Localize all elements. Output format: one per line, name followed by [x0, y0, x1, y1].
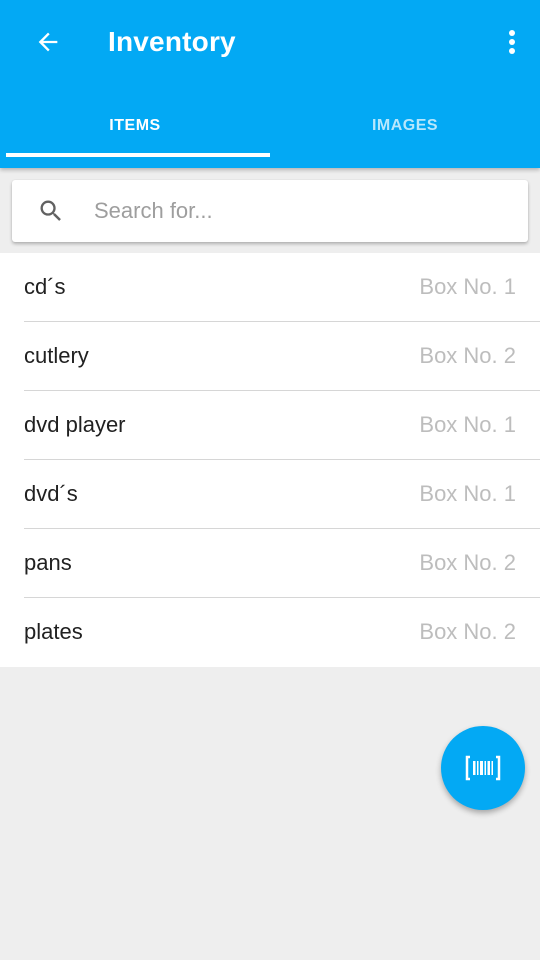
tab-images[interactable]: IMAGES — [270, 84, 540, 168]
tab-images-label: IMAGES — [371, 117, 439, 134]
list-item[interactable]: plates Box No. 2 — [0, 598, 540, 667]
item-name: dvd´s — [24, 481, 78, 506]
scan-barcode-button[interactable] — [441, 726, 525, 810]
page-title: Inventory — [108, 26, 236, 57]
search-icon[interactable] — [36, 196, 66, 226]
item-list: cd´s Box No. 1 cutlery Box No. 2 dvd pla… — [0, 253, 540, 667]
arrow-back-icon — [38, 32, 58, 52]
item-name: plates — [24, 619, 83, 644]
overflow-menu-button[interactable] — [498, 18, 526, 66]
item-box: Box No. 2 — [419, 343, 516, 368]
more-vert-icon — [509, 30, 515, 54]
item-name: cd´s — [24, 274, 66, 299]
item-name: pans — [24, 550, 72, 575]
list-item[interactable]: pans Box No. 2 — [0, 529, 540, 598]
tab-bar: ITEMS IMAGES — [0, 84, 540, 168]
list-item[interactable]: dvd´s Box No. 1 — [0, 460, 540, 529]
item-box: Box No. 2 — [419, 619, 516, 644]
tab-items[interactable]: ITEMS — [0, 84, 270, 168]
tab-indicator — [6, 153, 270, 157]
barcode-scan-icon — [465, 755, 501, 781]
item-name: cutlery — [24, 343, 89, 368]
search-bar — [12, 180, 528, 242]
search-input[interactable] — [94, 192, 514, 230]
list-item[interactable]: dvd player Box No. 1 — [0, 391, 540, 460]
item-box: Box No. 1 — [419, 412, 516, 437]
list-item[interactable]: cd´s Box No. 1 — [0, 253, 540, 322]
list-item[interactable]: cutlery Box No. 2 — [0, 322, 540, 391]
tab-items-label: ITEMS — [109, 117, 161, 134]
item-name: dvd player — [24, 412, 126, 437]
item-box: Box No. 1 — [419, 481, 516, 506]
app-bar: Inventory ITEMS IMAGES — [0, 0, 540, 168]
item-box: Box No. 1 — [419, 274, 516, 299]
item-box: Box No. 2 — [419, 550, 516, 575]
back-button[interactable] — [20, 18, 76, 66]
toolbar: Inventory — [0, 0, 540, 84]
